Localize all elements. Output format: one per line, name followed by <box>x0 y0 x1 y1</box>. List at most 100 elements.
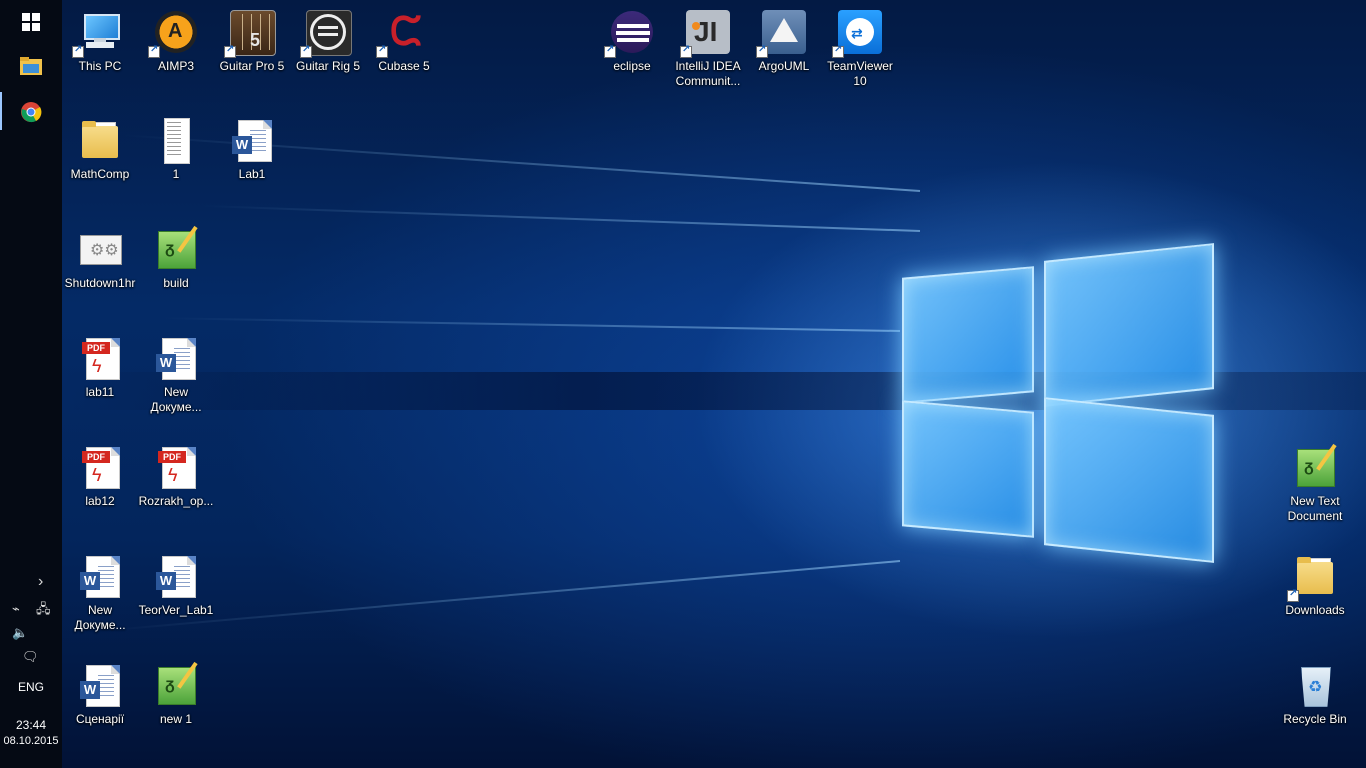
shortcut-arrow-icon <box>680 44 692 58</box>
cubase-icon: ᙅ <box>376 8 428 58</box>
desktop-icon-lab12[interactable]: PDF ϟ lab12 <box>62 443 138 509</box>
icon-label: Cubase 5 <box>378 59 430 73</box>
light-beam <box>102 560 901 632</box>
taskbar-file-explorer[interactable] <box>0 44 62 88</box>
computer-icon <box>72 8 124 58</box>
taskbar: › ⌁ 🖧 🔈 🗨 ENG 23:44 08.10.2015 <box>0 0 62 768</box>
notepadpp-icon: ᵹ <box>152 225 200 273</box>
desktop-icon-mathcomp[interactable]: MathComp <box>62 116 138 182</box>
shortcut-arrow-icon <box>756 44 768 58</box>
batch-file-icon: ⚙⚙ <box>76 225 124 273</box>
desktop-icon-new-text-document[interactable]: ᵹ New Text Document <box>1277 443 1353 524</box>
icon-label: AIMP3 <box>157 59 194 73</box>
teamviewer-icon: ⇄ <box>832 8 884 58</box>
icon-label: build <box>163 276 189 290</box>
clock-time[interactable]: 23:44 <box>0 718 62 732</box>
desktop-icon-eclipse[interactable]: eclipse <box>594 8 670 74</box>
desktop-icon-teorver-lab1[interactable]: W TeorVer_Lab1 <box>138 552 214 618</box>
shortcut-arrow-icon <box>148 44 160 58</box>
icon-label: ArgoUML <box>758 59 810 73</box>
desktop-icon-teamviewer[interactable]: ⇄ TeamViewer 10 <box>822 8 898 89</box>
start-button[interactable] <box>0 0 62 44</box>
icon-label: Guitar Pro 5 <box>219 59 285 73</box>
icon-label: Shutdown1hr <box>64 276 136 290</box>
word-document-icon: W <box>152 334 200 382</box>
icon-label: eclipse <box>613 59 651 73</box>
shortcut-arrow-icon <box>376 44 388 58</box>
desktop-icon-stsenarii[interactable]: W Сценарії <box>62 661 138 727</box>
shortcut-arrow-icon <box>832 44 844 58</box>
logo-pane-tr <box>1044 243 1214 407</box>
pdf-file-icon: PDF ϟ <box>152 443 200 491</box>
icon-label: TeamViewer 10 <box>827 59 893 88</box>
desktop-icon-lab11[interactable]: PDF ϟ lab11 <box>62 334 138 400</box>
desktop-icon-lab1[interactable]: W Lab1 <box>214 116 290 182</box>
desktop-icon-new-document-1[interactable]: W New Докуме... <box>138 334 214 415</box>
desktop-icon-new-1[interactable]: ᵹ new 1 <box>138 661 214 727</box>
icon-label: MathComp <box>70 167 130 181</box>
desktop-icon-guitar-pro-5[interactable]: 5 Guitar Pro 5 <box>214 8 290 74</box>
desktop-icon-shutdown1hr[interactable]: ⚙⚙ Shutdown1hr <box>62 225 138 291</box>
icon-label: New Text Document <box>1287 494 1343 523</box>
aimp-icon: A <box>148 8 200 58</box>
shortcut-arrow-icon <box>72 44 84 58</box>
chrome-icon <box>21 102 42 123</box>
pdf-file-icon: PDF ϟ <box>76 334 124 382</box>
icon-label: Downloads <box>1285 603 1345 617</box>
pdf-file-icon: PDF ϟ <box>76 443 124 491</box>
desktop-icon-this-pc[interactable]: This PC <box>62 8 138 74</box>
icon-label: Rozrakh_op... <box>138 494 214 508</box>
light-beam <box>160 317 901 332</box>
eclipse-icon <box>604 8 656 58</box>
volume-icon[interactable]: 🔈 <box>12 626 28 640</box>
show-hidden-icons-icon[interactable]: › <box>38 574 43 590</box>
power-icon[interactable]: ⌁ <box>12 602 20 616</box>
desktop-icon-aimp3[interactable]: A AIMP3 <box>138 8 214 74</box>
windows-logo-icon <box>22 13 40 31</box>
desktop-icon-downloads[interactable]: Downloads <box>1277 552 1353 618</box>
word-document-icon: W <box>228 116 276 164</box>
desktop-icon-rozrakh[interactable]: PDF ϟ Rozrakh_op... <box>138 443 214 509</box>
folder-icon <box>1287 552 1339 602</box>
desktop-icon-cubase-5[interactable]: ᙅ Cubase 5 <box>366 8 442 74</box>
text-file-icon <box>152 116 200 164</box>
desktop-icon-1[interactable]: 1 <box>138 116 214 182</box>
icon-label: Guitar Rig 5 <box>295 59 361 73</box>
desktop-icon-build[interactable]: ᵹ build <box>138 225 214 291</box>
icon-label: IntelliJ IDEA Communit... <box>675 59 741 88</box>
icon-label: New Докуме... <box>74 603 126 632</box>
clock-date[interactable]: 08.10.2015 <box>0 735 62 747</box>
icon-label: This PC <box>78 59 122 73</box>
folder-icon <box>20 57 42 75</box>
shortcut-arrow-icon <box>1287 588 1299 602</box>
shortcut-arrow-icon <box>224 44 236 58</box>
desktop-icon-intellij[interactable]: JI IntelliJ IDEA Communit... <box>670 8 746 89</box>
desktop-icon-new-document-2[interactable]: W New Докуме... <box>62 552 138 633</box>
desktop-icon-recycle-bin[interactable]: ♻ Recycle Bin <box>1277 661 1353 727</box>
icon-label: Сценарії <box>75 712 125 726</box>
language-indicator[interactable]: ENG <box>0 680 62 694</box>
light-beam <box>200 204 921 232</box>
icon-label: lab12 <box>85 494 115 508</box>
desktop-icon-guitar-rig-5[interactable]: Guitar Rig 5 <box>290 8 366 74</box>
icon-label: lab11 <box>85 385 115 399</box>
argouml-icon <box>756 8 808 58</box>
desktop-icon-argouml[interactable]: ArgoUML <box>746 8 822 74</box>
recycle-bin-icon: ♻ <box>1291 661 1339 709</box>
taskbar-chrome[interactable] <box>0 90 62 134</box>
notepadpp-icon: ᵹ <box>152 661 200 709</box>
icon-label: Lab1 <box>238 167 266 181</box>
logo-pane-br <box>1044 397 1214 563</box>
notepadpp-icon: ᵹ <box>1291 443 1339 491</box>
icon-label: 1 <box>172 167 180 181</box>
network-icon[interactable]: 🖧 <box>36 602 51 616</box>
notifications-icon[interactable]: 🗨 <box>22 650 39 664</box>
folder-icon <box>76 116 124 164</box>
icon-label: Recycle Bin <box>1283 712 1347 726</box>
icon-label: New Докуме... <box>150 385 202 414</box>
word-document-icon: W <box>76 661 124 709</box>
shortcut-arrow-icon <box>604 44 616 58</box>
intellij-icon: JI <box>680 8 732 58</box>
guitar-pro-icon: 5 <box>224 8 276 58</box>
icon-label: new 1 <box>159 712 193 726</box>
